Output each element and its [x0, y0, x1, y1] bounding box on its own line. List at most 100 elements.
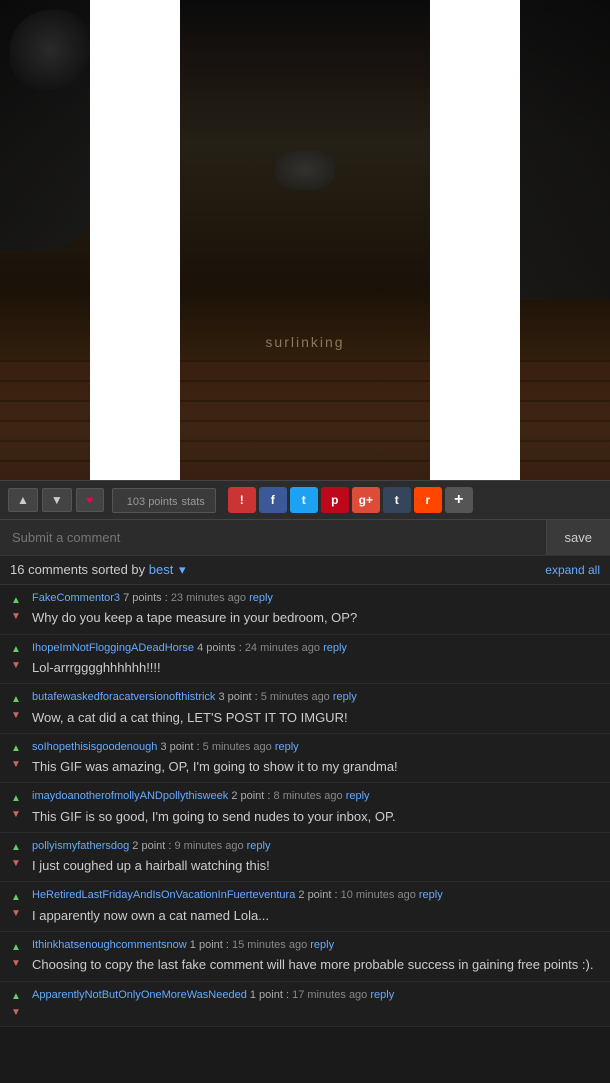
- comment-reply-5[interactable]: reply: [247, 840, 271, 852]
- comment-reply-4[interactable]: reply: [346, 790, 370, 802]
- comment-upvote-8[interactable]: ▲: [8, 990, 24, 1004]
- comment-text-1: Lol-arrrgggghhhhhh!!!!: [32, 659, 602, 677]
- comment-downvote-8[interactable]: ▼: [8, 1006, 24, 1020]
- comment-upvote-6[interactable]: ▲: [8, 890, 24, 904]
- comment-content-5: pollyismyfathersdog 2 point : 9 minutes …: [32, 839, 602, 876]
- comment-downvote-1[interactable]: ▼: [8, 659, 24, 673]
- googleplus-button[interactable]: g+: [352, 487, 380, 513]
- comment-author-0[interactable]: FakeCommentor3: [32, 592, 120, 604]
- comment-content-3: soIhopethisisgoodenough 3 point : 5 minu…: [32, 740, 602, 777]
- comment-item: ▲ ▼ IhopeImNotFloggingADeadHorse 4 point…: [0, 635, 610, 685]
- comment-points-2: 3 point :: [219, 691, 261, 703]
- report-button[interactable]: !: [228, 487, 256, 513]
- comment-item: ▲ ▼ soIhopethisisgoodenough 3 point : 5 …: [0, 734, 610, 784]
- comment-number: 16: [10, 562, 24, 577]
- comment-author-6[interactable]: HeRetiredLastFridayAndIsOnVacationInFuer…: [32, 889, 295, 901]
- vote-buttons: ▲ ▼: [8, 938, 24, 970]
- comment-item: ▲ ▼ HeRetiredLastFridayAndIsOnVacationIn…: [0, 882, 610, 932]
- comment-points-3: 3 point :: [160, 741, 202, 753]
- comment-downvote-5[interactable]: ▼: [8, 857, 24, 871]
- twitter-button[interactable]: t: [290, 487, 318, 513]
- comment-meta-8: ApparentlyNotButOnlyOneMoreWasNeeded 1 p…: [32, 988, 602, 1003]
- comment-reply-0[interactable]: reply: [249, 592, 273, 604]
- comment-downvote-6[interactable]: ▼: [8, 906, 24, 920]
- comment-reply-1[interactable]: reply: [323, 642, 347, 654]
- comment-text-2: Wow, a cat did a cat thing, LET'S POST I…: [32, 709, 602, 727]
- comment-upvote-3[interactable]: ▲: [8, 742, 24, 756]
- comment-time-5: 9 minutes ago: [174, 840, 246, 852]
- comment-points-4: 2 point :: [231, 790, 273, 802]
- sort-arrow-icon[interactable]: ▾: [179, 562, 186, 578]
- comment-input[interactable]: [0, 520, 546, 555]
- comment-time-3: 5 minutes ago: [203, 741, 275, 753]
- vote-buttons: ▲ ▼: [8, 839, 24, 871]
- pinterest-button[interactable]: p: [321, 487, 349, 513]
- comment-time-1: 24 minutes ago: [245, 642, 323, 654]
- comment-text-4: This GIF is so good, I'm going to send n…: [32, 808, 602, 826]
- comment-downvote-2[interactable]: ▼: [8, 708, 24, 722]
- sorted-by-label: comments sorted by: [28, 562, 145, 577]
- comment-upvote-5[interactable]: ▲: [8, 841, 24, 855]
- comment-upvote-0[interactable]: ▲: [8, 593, 24, 607]
- comment-author-1[interactable]: IhopeImNotFloggingADeadHorse: [32, 642, 194, 654]
- comment-upvote-7[interactable]: ▲: [8, 940, 24, 954]
- comment-item: ▲ ▼ ApparentlyNotButOnlyOneMoreWasNeeded…: [0, 982, 610, 1027]
- comment-points-1: 4 points :: [197, 642, 245, 654]
- vote-buttons: ▲ ▼: [8, 988, 24, 1020]
- main-image: surlinking: [0, 0, 610, 480]
- comment-content-1: IhopeImNotFloggingADeadHorse 4 points : …: [32, 641, 602, 678]
- comment-item: ▲ ▼ FakeCommentor3 7 points : 23 minutes…: [0, 585, 610, 635]
- comment-downvote-3[interactable]: ▼: [8, 758, 24, 772]
- comment-upvote-4[interactable]: ▲: [8, 791, 24, 805]
- comment-content-6: HeRetiredLastFridayAndIsOnVacationInFuer…: [32, 888, 602, 925]
- comment-time-7: 15 minutes ago: [232, 939, 310, 951]
- save-button[interactable]: save: [546, 520, 610, 555]
- comments-list: ▲ ▼ FakeCommentor3 7 points : 23 minutes…: [0, 585, 610, 1027]
- heart-button[interactable]: ♥: [76, 488, 104, 512]
- expand-all-button[interactable]: expand all: [545, 563, 600, 577]
- tumblr-button[interactable]: t: [383, 487, 411, 513]
- facebook-button[interactable]: f: [259, 487, 287, 513]
- sort-best-link[interactable]: best: [149, 562, 174, 577]
- stats-link[interactable]: stats: [182, 496, 205, 508]
- comment-reply-7[interactable]: reply: [310, 939, 334, 951]
- comment-author-4[interactable]: imaydoanotherofmollyANDpollythisweek: [32, 790, 228, 802]
- comment-item: ▲ ▼ pollyismyfathersdog 2 point : 9 minu…: [0, 833, 610, 883]
- comment-author-5[interactable]: pollyismyfathersdog: [32, 840, 129, 852]
- reddit-button[interactable]: r: [414, 487, 442, 513]
- vote-buttons: ▲ ▼: [8, 690, 24, 722]
- downvote-button[interactable]: ▼: [42, 488, 72, 512]
- comment-text-5: I just coughed up a hairball watching th…: [32, 857, 602, 875]
- vote-buttons: ▲ ▼: [8, 789, 24, 821]
- post-toolbar: ▲ ▼ ♥ 103 pointsstats ! f t p g+ t r +: [0, 480, 610, 519]
- comment-reply-8[interactable]: reply: [370, 989, 394, 1001]
- comment-upvote-2[interactable]: ▲: [8, 692, 24, 706]
- comment-text-7: Choosing to copy the last fake comment w…: [32, 956, 602, 974]
- upvote-button[interactable]: ▲: [8, 488, 38, 512]
- comment-meta-0: FakeCommentor3 7 points : 23 minutes ago…: [32, 591, 602, 606]
- comment-author-3[interactable]: soIhopethisisgoodenough: [32, 741, 157, 753]
- comment-downvote-7[interactable]: ▼: [8, 956, 24, 970]
- comment-reply-3[interactable]: reply: [275, 741, 299, 753]
- vote-buttons: ▲ ▼: [8, 591, 24, 623]
- comment-upvote-1[interactable]: ▲: [8, 643, 24, 657]
- comment-reply-2[interactable]: reply: [333, 691, 357, 703]
- comment-time-6: 10 minutes ago: [341, 889, 419, 901]
- comment-meta-5: pollyismyfathersdog 2 point : 9 minutes …: [32, 839, 602, 854]
- comment-item: ▲ ▼ butafewaskedforacatversionofthistric…: [0, 684, 610, 734]
- comment-downvote-0[interactable]: ▼: [8, 609, 24, 623]
- comment-points-7: 1 point :: [190, 939, 232, 951]
- comment-downvote-4[interactable]: ▼: [8, 807, 24, 821]
- points-display: 103 pointsstats: [112, 488, 216, 513]
- comment-author-2[interactable]: butafewaskedforacatversionofthistrick: [32, 691, 215, 703]
- comment-reply-6[interactable]: reply: [419, 889, 443, 901]
- vote-buttons: ▲ ▼: [8, 641, 24, 673]
- comment-content-8: ApparentlyNotButOnlyOneMoreWasNeeded 1 p…: [32, 988, 602, 1006]
- comment-author-7[interactable]: Ithinkhatsenoughcommentsnow: [32, 939, 187, 951]
- comment-text-3: This GIF was amazing, OP, I'm going to s…: [32, 758, 602, 776]
- social-buttons: ! f t p g+ t r +: [228, 487, 473, 513]
- more-button[interactable]: +: [445, 487, 473, 513]
- comment-author-8[interactable]: ApparentlyNotButOnlyOneMoreWasNeeded: [32, 989, 247, 1001]
- comments-count-label: 16 comments sorted by best ▾: [10, 562, 186, 578]
- comment-content-7: Ithinkhatsenoughcommentsnow 1 point : 15…: [32, 938, 602, 975]
